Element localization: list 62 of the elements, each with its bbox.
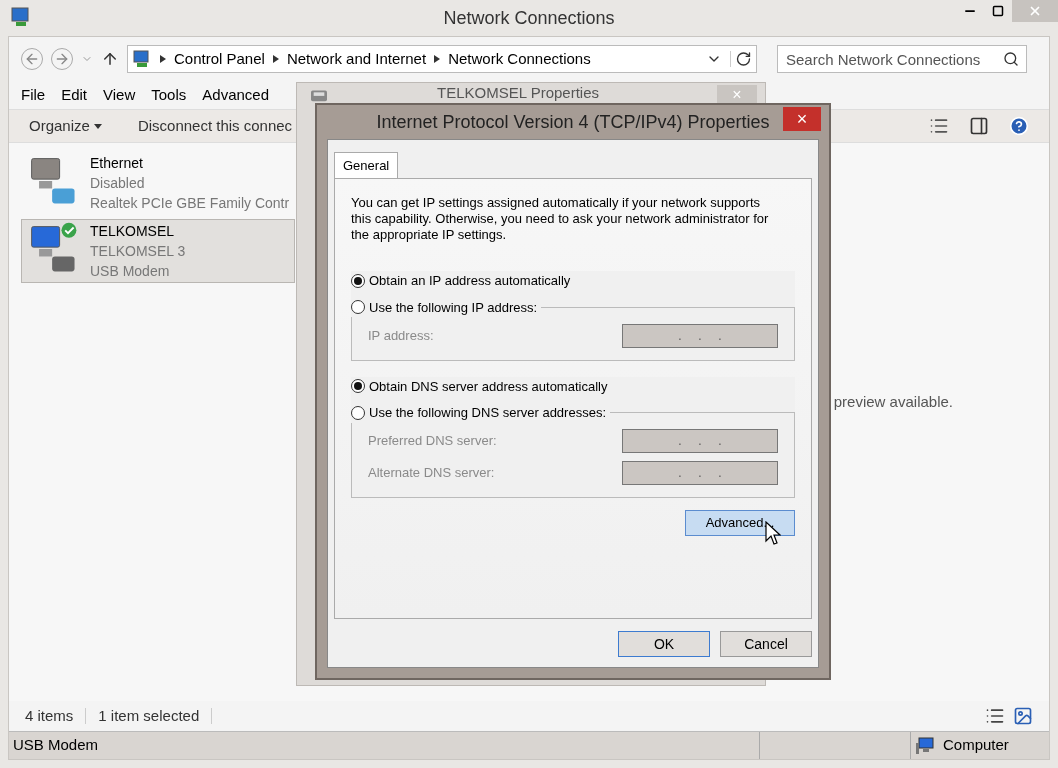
intro-text: You can get IP settings assigned automatically if your network supports this capability. Otherwise, you need to ask your network administrator for the appropriate IP settings.	[351, 195, 770, 243]
menu-item[interactable]: Edit	[61, 83, 88, 107]
maximize-icon	[992, 5, 1004, 17]
breadcrumb[interactable]: Network Connections	[448, 47, 591, 71]
item-count: 4 items	[25, 705, 74, 726]
menu-item[interactable]: Tools	[151, 83, 187, 107]
breadcrumb[interactable]: Network and Internet	[286, 47, 427, 71]
connection-device: USB Modem	[90, 262, 171, 281]
large-icons-view-icon[interactable]	[1013, 706, 1033, 726]
radio-button[interactable]	[351, 405, 365, 420]
menu-item[interactable]: View	[103, 83, 136, 107]
radio-label: Obtain DNS server address automatically	[369, 377, 608, 396]
dialog-button[interactable]: Cancel	[720, 631, 812, 657]
window-title: Network Connections	[443, 6, 615, 30]
address-bar[interactable]: Control Panel Network and Internet Network Connections	[127, 45, 757, 73]
selection-count: 1 item selected	[98, 705, 200, 726]
caret-icon	[93, 123, 102, 129]
breadcrumb-arrow-icon	[272, 55, 279, 63]
menu-item[interactable]: File	[21, 83, 46, 107]
field-label: IP address:	[368, 326, 434, 345]
close-button[interactable]: ×	[783, 107, 821, 131]
organize-button[interactable]: Organize	[29, 114, 102, 138]
tab[interactable]: General	[334, 152, 399, 178]
connection-status: TELKOMSEL 3	[90, 242, 186, 261]
radio-label: Obtain an IP address automatically	[369, 272, 571, 290]
details-view-icon[interactable]	[985, 706, 1005, 726]
menu-item[interactable]: Advanced	[202, 83, 270, 107]
radio-button[interactable]	[351, 379, 365, 394]
zone-label: Computer	[943, 735, 1009, 756]
search-icon	[1003, 51, 1019, 67]
disconnect-button[interactable]: Disconnect this connec	[137, 114, 293, 138]
connection-device: Realtek PCIe GBE Family Contr	[90, 194, 290, 213]
field-label: Preferred DNS server:	[368, 432, 497, 451]
breadcrumb[interactable]: Control Panel	[174, 47, 265, 71]
up-icon[interactable]	[101, 50, 119, 68]
network-folder-icon	[10, 6, 32, 28]
breadcrumb-arrow-icon	[434, 55, 441, 63]
refresh-icon[interactable]	[730, 51, 752, 67]
connection-name: TELKOMSEL	[90, 222, 176, 241]
radio-button[interactable]	[351, 273, 365, 288]
dialog-title: TELKOMSEL Properties	[437, 84, 599, 102]
details-status: USB Modem	[12, 735, 100, 756]
radio-button[interactable]	[351, 300, 365, 315]
control-panel-icon	[132, 49, 152, 69]
dialog-title: Internet Protocol Version 4 (TCP/IPv4) Properties	[376, 110, 770, 134]
connection-item[interactable]: TELKOMSEL TELKOMSEL 3 USB Modem	[21, 219, 295, 283]
search-field[interactable]: Search Network Connections	[777, 45, 1027, 73]
close-icon	[1028, 4, 1042, 18]
connection-name: Ethernet	[90, 154, 144, 173]
connection-status: Disabled	[90, 174, 146, 193]
breadcrumb-arrow-icon	[160, 55, 166, 63]
view-options-icon[interactable]	[929, 116, 949, 136]
radio-label: Use the following IP address:	[369, 298, 538, 317]
connection-item[interactable]: Ethernet Disabled Realtek PCIe GBE Family Contr	[21, 151, 295, 215]
dialog-button[interactable]: OK	[618, 631, 710, 657]
preview-message: preview available.	[833, 391, 953, 412]
radio-label: Use the following DNS server addresses:	[369, 404, 606, 422]
preview-pane-icon[interactable]	[969, 116, 989, 136]
computer-icon	[915, 736, 935, 755]
field-label: Alternate DNS server:	[368, 464, 495, 483]
advanced-button[interactable]: Advanced...	[685, 510, 795, 536]
help-icon[interactable]	[1009, 116, 1029, 136]
